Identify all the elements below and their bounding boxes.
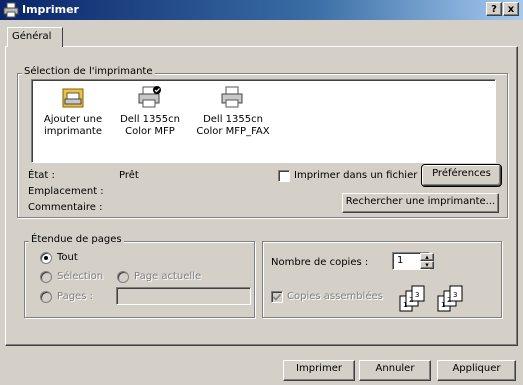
- current-page-radio[interactable]: [117, 271, 129, 283]
- printer-item-label: Dell 1355cn: [203, 114, 263, 125]
- printer-item-label: imprimante: [43, 126, 103, 137]
- svg-text:3: 3: [415, 291, 419, 299]
- printer-list[interactable]: Ajouter une imprimante Dell 1355cn Color…: [31, 79, 496, 163]
- radio-selected-dot: [44, 256, 48, 260]
- printer-item-label: Dell 1355cn: [120, 114, 180, 125]
- pages-label: Pages :: [57, 291, 93, 302]
- selection-label: Sélection: [57, 271, 104, 282]
- status-value: Prêt: [119, 170, 139, 181]
- copies-label: Nombre de copies :: [271, 257, 369, 268]
- copies-value: 1: [397, 255, 404, 266]
- status-label: État :: [28, 170, 55, 181]
- tab-general[interactable]: Général: [7, 27, 63, 47]
- copies-up-button[interactable]: ▴: [420, 253, 434, 261]
- check-icon: [272, 293, 282, 301]
- printer-item-add[interactable]: Ajouter une imprimante: [37, 85, 109, 138]
- pages-radio[interactable]: [40, 291, 52, 303]
- find-printer-button[interactable]: Rechercher une imprimante...: [342, 193, 499, 213]
- printer-item-label: Ajouter une: [43, 114, 103, 125]
- printer-app-icon: [3, 2, 19, 18]
- current-page-label: Page actuelle: [134, 271, 202, 282]
- collate-checkbox[interactable]: [271, 291, 283, 303]
- title-bar: Imprimer ? x: [0, 0, 523, 20]
- printer-selection-legend: Sélection de l'imprimante: [22, 66, 155, 77]
- pages-input[interactable]: [116, 287, 251, 305]
- tab-general-label: Général: [12, 31, 52, 42]
- print-button[interactable]: Imprimer: [283, 360, 355, 381]
- apply-button[interactable]: Appliquer: [437, 360, 516, 381]
- svg-text:3: 3: [453, 291, 457, 299]
- comment-label: Commentaire :: [28, 202, 103, 213]
- selection-radio[interactable]: [40, 271, 52, 283]
- all-pages-label[interactable]: Tout: [57, 252, 78, 263]
- copies-down-button[interactable]: ▾: [420, 261, 434, 269]
- cancel-button[interactable]: Annuler: [359, 360, 431, 381]
- collate-label: Copies assemblées: [287, 291, 383, 302]
- page-range-legend: Étendue de pages: [29, 234, 124, 245]
- printer-item-label: Color MFP_FAX: [196, 126, 270, 137]
- location-label: Emplacement :: [28, 186, 104, 197]
- help-button[interactable]: ?: [486, 2, 502, 16]
- close-button[interactable]: x: [503, 2, 519, 16]
- printer-icon: [114, 85, 186, 111]
- add-printer-icon: [37, 85, 109, 111]
- printer-icon: [192, 85, 274, 111]
- printer-item-label: Color MFP: [125, 126, 175, 137]
- window-title: Imprimer: [22, 3, 79, 16]
- all-pages-radio[interactable]: [40, 252, 52, 264]
- collate-illustration-icon: 1 2 3 1 2 3: [398, 282, 468, 317]
- print-to-file-label[interactable]: Imprimer dans un fichier: [294, 170, 417, 181]
- printer-item-dell-mfp[interactable]: Dell 1355cn Color MFP: [114, 85, 186, 138]
- preferences-button[interactable]: Préférences: [421, 164, 502, 187]
- print-to-file-checkbox[interactable]: [278, 170, 290, 182]
- printer-item-dell-fax[interactable]: Dell 1355cn Color MFP_FAX: [192, 85, 274, 138]
